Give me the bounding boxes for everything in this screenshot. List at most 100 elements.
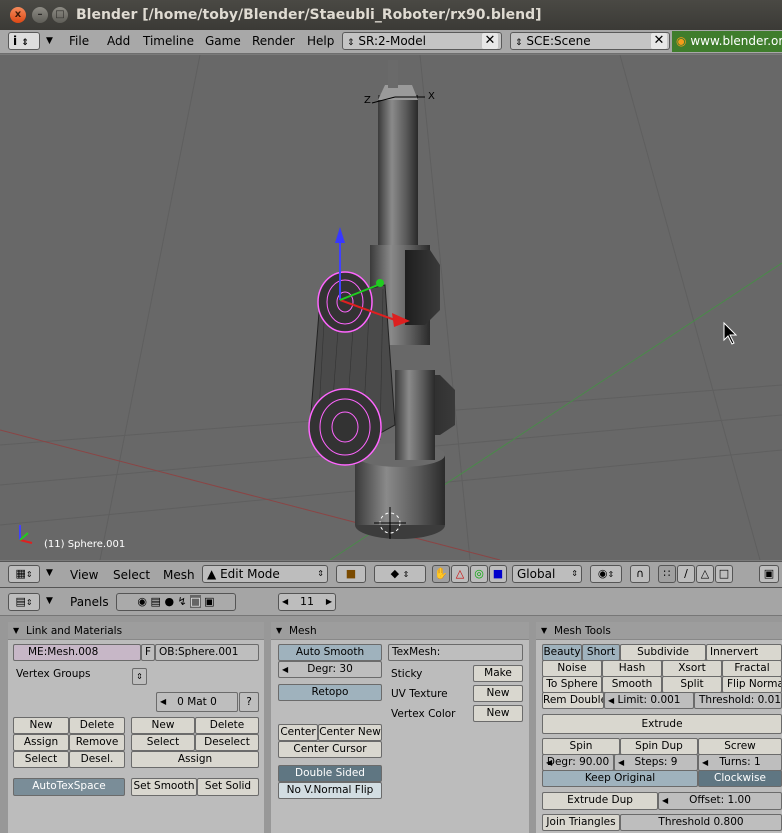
sticky-make-button[interactable]: Make: [473, 665, 523, 682]
decrement-arrow-icon[interactable]: ◀: [702, 755, 708, 770]
buttons-editor-type[interactable]: ▤⇕: [8, 593, 40, 611]
menu-select[interactable]: Select: [113, 568, 150, 582]
scale-manipulator[interactable]: ■: [489, 565, 507, 583]
editing-icon[interactable]: □: [190, 595, 201, 608]
maximize-window-button[interactable]: □: [52, 7, 68, 23]
menu-game[interactable]: Game: [205, 34, 241, 48]
script-icon[interactable]: ▤: [151, 595, 161, 608]
website-link-text[interactable]: www.blender.or: [690, 34, 782, 48]
vertex-color-new-button[interactable]: New: [473, 705, 523, 722]
center-cursor-button[interactable]: Center Cursor: [278, 741, 382, 758]
manipulator-toggle[interactable]: ✋: [432, 565, 450, 583]
3d-viewport[interactable]: X Z (11) Sphere.001: [0, 55, 782, 560]
screen-selector[interactable]: ⇕ SR:2-Model: [342, 32, 502, 50]
keep-original-toggle[interactable]: Keep Original: [542, 770, 698, 787]
draw-type-button[interactable]: ■: [336, 565, 366, 583]
scene-selector[interactable]: ⇕ SCE:Scene: [510, 32, 670, 50]
vgroup-assign-button[interactable]: Assign: [13, 734, 69, 751]
logic-icon[interactable]: ◉: [137, 595, 147, 608]
double-sided-toggle[interactable]: Double Sided: [278, 765, 382, 782]
decrement-arrow-icon[interactable]: ◀: [662, 793, 668, 808]
subdivide-button[interactable]: Subdivide: [620, 644, 706, 661]
collapse-triangle-icon[interactable]: ▼: [46, 596, 53, 606]
spin-degree-field[interactable]: ◀ Degr: 90.00: [542, 754, 614, 771]
fake-user-button[interactable]: F: [141, 644, 155, 661]
selected-sphere-bottom[interactable]: [308, 388, 382, 466]
uv-texture-new-button[interactable]: New: [473, 685, 523, 702]
scene-delete-button[interactable]: ✕: [651, 33, 667, 49]
material-delete-button[interactable]: Delete: [195, 717, 259, 734]
vertex-group-menu[interactable]: ⇕: [132, 668, 147, 685]
flip-normals-button[interactable]: Flip Normals: [722, 676, 782, 693]
material-new-button[interactable]: New: [131, 717, 195, 734]
steps-field[interactable]: ◀ Steps: 9: [614, 754, 698, 771]
split-button[interactable]: Split: [662, 676, 722, 693]
vgroup-deselect-button[interactable]: Desel.: [69, 751, 125, 768]
scene-icon[interactable]: ▣: [204, 595, 214, 608]
decrement-arrow-icon[interactable]: ◀: [282, 662, 288, 677]
shading-icon[interactable]: ●: [164, 595, 174, 608]
robot-model[interactable]: [308, 60, 455, 539]
set-smooth-button[interactable]: Set Smooth: [131, 778, 197, 796]
decrement-arrow-icon[interactable]: ◀: [618, 755, 624, 770]
fractal-button[interactable]: Fractal: [722, 660, 782, 677]
innervert-button[interactable]: Innervert: [706, 644, 782, 661]
panel-title[interactable]: Mesh: [271, 622, 529, 640]
no-vnormal-flip-toggle[interactable]: No V.Normal Flip: [278, 782, 382, 799]
context-buttons[interactable]: ◉ ▤ ● ↯ □ ▣: [116, 593, 236, 611]
edge-select-mode[interactable]: ∕: [677, 565, 695, 583]
decrement-arrow-icon[interactable]: ◀: [546, 755, 552, 770]
panel-title[interactable]: Link and Materials: [8, 622, 264, 640]
turns-field[interactable]: ◀ Turns: 1: [698, 754, 782, 771]
material-select-button[interactable]: Select: [131, 734, 195, 751]
extrude-button[interactable]: Extrude: [542, 714, 782, 734]
xsort-button[interactable]: Xsort: [662, 660, 722, 677]
vgroup-new-button[interactable]: New: [13, 717, 69, 734]
autotexspace-toggle[interactable]: AutoTexSpace: [13, 778, 125, 796]
vertex-select-mode[interactable]: ∷: [658, 565, 676, 583]
smooth-button[interactable]: Smooth: [602, 676, 662, 693]
editor-type-grid-button[interactable]: ▦⇕: [8, 565, 40, 583]
mesh-name-field[interactable]: ME:Mesh.008: [13, 644, 141, 661]
material-assign-button[interactable]: Assign: [131, 751, 259, 768]
viewport-shading-button[interactable]: ◉⇕: [590, 565, 622, 583]
center-button[interactable]: Center: [278, 724, 318, 741]
beauty-toggle[interactable]: Beauty: [542, 644, 582, 661]
offset-field[interactable]: ◀ Offset: 1.00: [658, 792, 782, 810]
close-window-button[interactable]: x: [10, 7, 26, 23]
object-name-field[interactable]: OB:Sphere.001: [155, 644, 259, 661]
collapse-triangle-icon[interactable]: ▼: [46, 36, 53, 46]
menu-add[interactable]: Add: [107, 34, 130, 48]
blender-website-link[interactable]: ◉ www.blender.or: [672, 31, 782, 52]
decrement-arrow-icon[interactable]: ◀: [160, 693, 166, 711]
menu-view[interactable]: View: [70, 568, 98, 582]
texmesh-field[interactable]: TexMesh:: [388, 644, 523, 661]
hash-button[interactable]: Hash: [602, 660, 662, 677]
spin-dup-button[interactable]: Spin Dup: [620, 738, 698, 755]
auto-smooth-degree-field[interactable]: ◀ Degr: 30: [278, 661, 382, 678]
orientation-selector[interactable]: Global ⇕: [512, 565, 582, 583]
translate-manipulator[interactable]: △: [451, 565, 469, 583]
face-select-mode[interactable]: △: [696, 565, 714, 583]
join-triangles-button[interactable]: Join Triangles: [542, 814, 620, 831]
render-image-button[interactable]: ▣: [759, 565, 779, 583]
join-threshold-field[interactable]: Threshold 0.800: [620, 814, 782, 831]
screen-delete-button[interactable]: ✕: [482, 33, 498, 49]
decrement-arrow-icon[interactable]: ◀: [608, 693, 614, 708]
menu-render[interactable]: Render: [252, 34, 295, 48]
vgroup-remove-button[interactable]: Remove: [69, 734, 125, 751]
screen-name[interactable]: SR:2-Model: [358, 34, 426, 48]
material-index-field[interactable]: ◀ 0 Mat 0: [156, 692, 238, 712]
limit-field[interactable]: ◀ Limit: 0.001: [604, 692, 694, 709]
panel-title[interactable]: Mesh Tools: [536, 622, 782, 640]
minimize-window-button[interactable]: –: [32, 7, 48, 23]
auto-smooth-toggle[interactable]: Auto Smooth: [278, 644, 382, 661]
rem-double-button[interactable]: Rem Double: [542, 692, 604, 709]
material-deselect-button[interactable]: Deselect: [195, 734, 259, 751]
set-solid-button[interactable]: Set Solid: [197, 778, 259, 796]
clockwise-toggle[interactable]: Clockwise: [698, 770, 782, 787]
noise-button[interactable]: Noise: [542, 660, 602, 677]
screw-button[interactable]: Screw: [698, 738, 782, 755]
center-new-button[interactable]: Center New: [318, 724, 382, 741]
frame-counter[interactable]: ◀ 11 ▶: [278, 593, 336, 611]
